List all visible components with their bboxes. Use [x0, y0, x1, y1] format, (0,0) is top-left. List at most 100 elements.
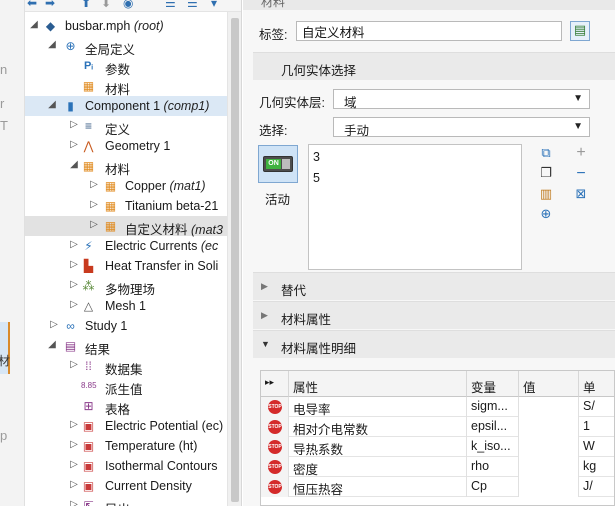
tree-item-copper[interactable]: ▷ ▦ Copper (mat1) [25, 176, 241, 196]
expand-arrow-icon[interactable]: ▷ [69, 119, 79, 130]
table-row[interactable]: STOP 电导率 sigm... S/ [261, 397, 614, 417]
back-arrow-icon[interactable]: ⬅ [27, 0, 37, 10]
add-icon[interactable]: + [573, 145, 589, 161]
tree-item-materials[interactable]: ◢ ▦ 材料 [25, 156, 241, 177]
tree-item-global-materials[interactable]: ▦ 材料 [25, 76, 241, 97]
collapse-arrow-icon[interactable]: ◢ [69, 159, 79, 170]
collapse-arrow-icon[interactable]: ◢ [47, 99, 57, 110]
expand-icon[interactable]: ☰ [187, 0, 198, 10]
tree-item-export[interactable]: ▷ ⇱ 导出 [25, 496, 241, 506]
zoom-to-selection-icon[interactable]: ⊕ [538, 206, 554, 222]
tree-item-temperature[interactable]: ▷ ▣ Temperature (ht) [25, 436, 241, 456]
tree-item-results[interactable]: ◢ ▤ 结果 [25, 336, 241, 357]
model-builder-tree[interactable]: ⬅ ➡ ⬆ ⬇ ◉ ☰ ☰ ▾ ◢ ◆ busbar.mph (root) ◢ … [25, 0, 242, 506]
expand-arrow-icon[interactable]: ▷ [49, 319, 59, 330]
list-item[interactable]: 3 [313, 150, 320, 164]
collapse-icon[interactable]: ☰ [165, 0, 176, 10]
expand-arrow-icon[interactable]: ▷ [69, 359, 79, 370]
section-material-properties[interactable]: ▶ 材料属性 [253, 301, 615, 329]
tree-item-global-definitions[interactable]: ◢ ⊕ 全局定义 [25, 36, 241, 57]
collapse-arrow-icon[interactable]: ◢ [47, 339, 57, 350]
tree-item-tables[interactable]: ⊞ 表格 [25, 396, 241, 417]
settings-title: 材料 [261, 0, 286, 9]
edge-text-fragment: r [0, 96, 5, 111]
tree-item-derived-values[interactable]: 8.85 派生值 [25, 376, 241, 397]
section-override[interactable]: ▶ 替代 [253, 272, 615, 300]
label-input[interactable] [296, 21, 562, 41]
expand-arrow-icon[interactable]: ▷ [69, 499, 79, 506]
list-item[interactable]: 5 [313, 171, 320, 185]
move-up-icon[interactable]: ⬆ [81, 0, 91, 10]
activate-toggle-button[interactable]: ON [258, 145, 298, 183]
expand-arrow-icon[interactable]: ▷ [69, 139, 79, 150]
tree-item-component-1[interactable]: ◢ ▮ Component 1 (comp1) [25, 96, 241, 116]
variable-cell: sigm... [467, 397, 519, 417]
tree-item-heat-transfer[interactable]: ▷ ▙ Heat Transfer in Soli [25, 256, 241, 276]
expand-arrow-icon[interactable]: ▷ [69, 239, 79, 250]
row-status-cell: STOP [261, 457, 289, 477]
tree-item-mesh-1[interactable]: ▷ △ Mesh 1 [25, 296, 241, 316]
label-caption: 标签: [259, 28, 288, 42]
expand-arrow-icon[interactable]: ▷ [69, 299, 79, 310]
section-geometric-entity-selection[interactable]: 几何实体选择 [253, 52, 615, 80]
material-icon: ▦ [104, 199, 117, 213]
variable-cell: rho [467, 457, 519, 477]
collapse-arrow-icon[interactable]: ◢ [47, 39, 57, 50]
add-note-icon[interactable]: ▤ [570, 21, 590, 41]
tree-item-multiphysics[interactable]: ▷ ⁂ 多物理场 [25, 276, 241, 297]
move-down-icon[interactable]: ⬇ [101, 0, 111, 10]
tree-item-study-1[interactable]: ▷ ∞ Study 1 [25, 316, 241, 336]
tree-item-current-density[interactable]: ▷ ▣ Current Density [25, 476, 241, 496]
model-file-icon: ◆ [45, 19, 56, 33]
tree-item-datasets[interactable]: ▷ ⁞⁞ 数据集 [25, 356, 241, 377]
remove-icon[interactable]: − [573, 166, 589, 182]
paste-selection-icon[interactable]: ⧉ [538, 145, 554, 161]
table-row[interactable]: STOP 相对介电常数 epsil... 1 [261, 417, 614, 437]
section-material-contents[interactable]: ▼ 材料属性明细 [253, 330, 615, 358]
table-row[interactable]: STOP 密度 rho kg [261, 457, 614, 477]
chevron-down-icon: ▼ [573, 93, 583, 104]
value-input[interactable] [519, 397, 579, 417]
stop-icon: STOP [268, 440, 282, 454]
copy-icon[interactable]: ❐ [538, 165, 554, 181]
expand-arrow-icon[interactable]: ▷ [69, 459, 79, 470]
show-icon[interactable]: ◉ [123, 0, 133, 10]
expand-arrow-icon[interactable]: ▷ [89, 199, 99, 210]
value-input[interactable] [519, 437, 579, 457]
clear-selection-icon[interactable]: ⊠ [573, 186, 589, 202]
property-cell: 恒压热容 [289, 477, 467, 497]
tree-item-parameters[interactable]: Pᵢ 参数 [25, 56, 241, 77]
material-contents-table[interactable]: ▸▸ 属性 变量 值 单 STOP 电导率 sigm... S/ STOP 相对… [260, 370, 615, 506]
tree-item-electric-potential[interactable]: ▷ ▣ Electric Potential (ec) [25, 416, 241, 436]
clipboard-icon[interactable]: ▥ [538, 186, 554, 202]
expand-arrow-icon[interactable]: ▷ [89, 179, 99, 190]
expand-arrow-icon[interactable]: ▷ [69, 419, 79, 430]
tree-item-custom-material[interactable]: ▷ ▦ 自定义材料 (mat3 [25, 216, 241, 237]
tree-scrollbar-thumb[interactable] [231, 18, 239, 502]
more-icon[interactable]: ▾ [211, 0, 217, 10]
geometry-level-select[interactable]: 域 ▼ [333, 89, 590, 110]
tree-item-electric-currents[interactable]: ▷ ⚡ Electric Currents (ec [25, 236, 241, 256]
selection-list[interactable]: 3 5 [308, 144, 522, 270]
tree-scrollbar[interactable] [227, 12, 241, 506]
expand-arrow-icon[interactable]: ▷ [69, 259, 79, 270]
tree-item-geometry-1[interactable]: ▷ ⋀ Geometry 1 [25, 136, 241, 156]
value-input[interactable] [519, 477, 579, 497]
value-input[interactable] [519, 417, 579, 437]
expand-arrow-icon[interactable]: ▷ [69, 439, 79, 450]
expand-arrow-icon[interactable]: ▷ [89, 219, 99, 230]
table-row[interactable]: STOP 导热系数 k_iso... W [261, 437, 614, 457]
selection-mode-select[interactable]: 手动 ▼ [333, 117, 590, 138]
forward-arrow-icon[interactable]: ➡ [45, 0, 55, 10]
tree-item-titanium[interactable]: ▷ ▦ Titanium beta-21 [25, 196, 241, 216]
tree-item-root[interactable]: ◢ ◆ busbar.mph (root) [25, 16, 241, 36]
value-input[interactable] [519, 457, 579, 477]
expand-arrow-icon[interactable]: ▷ [69, 479, 79, 490]
edge-text-fragment: n [0, 62, 8, 77]
tree-item-definitions[interactable]: ▷ ≡ 定义 [25, 116, 241, 137]
expand-columns-icon[interactable]: ▸▸ [261, 371, 289, 397]
table-row[interactable]: STOP 恒压热容 Cp J/ [261, 477, 614, 497]
tree-item-isothermal-contours[interactable]: ▷ ▣ Isothermal Contours [25, 456, 241, 476]
collapse-arrow-icon[interactable]: ◢ [29, 19, 39, 30]
expand-arrow-icon[interactable]: ▷ [69, 279, 79, 290]
